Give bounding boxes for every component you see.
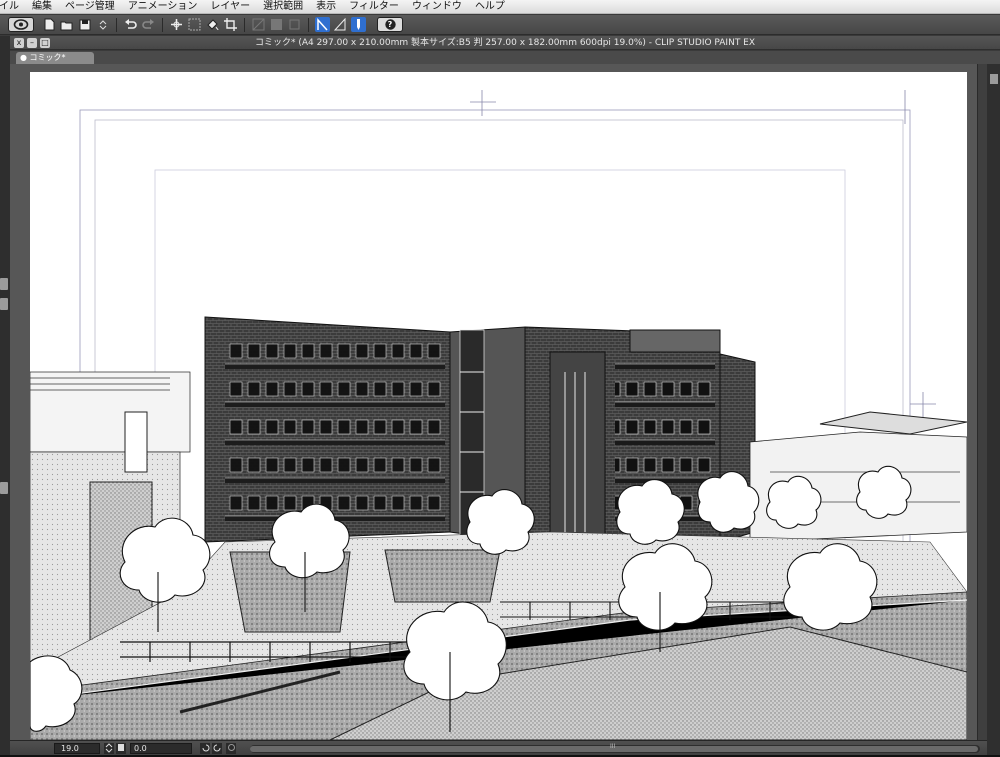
clear-selection-icon[interactable] — [251, 17, 266, 32]
open-file-icon[interactable] — [59, 17, 74, 32]
menu-page-management[interactable]: ページ管理 — [59, 0, 122, 14]
toolbar-separator — [308, 17, 309, 32]
menu-view[interactable]: 表示 — [310, 0, 343, 14]
rotate-right-icon[interactable] — [212, 743, 222, 754]
zoom-stepper[interactable] — [104, 743, 114, 754]
command-bar: ? — [0, 15, 1000, 35]
fit-view-icon[interactable] — [116, 743, 126, 754]
settings-icon[interactable] — [226, 743, 236, 754]
horizontal-scrollbar[interactable]: III — [250, 743, 980, 753]
clip-studio-logo-icon[interactable] — [8, 17, 34, 32]
invert-selection-icon[interactable] — [269, 17, 284, 32]
crop-icon[interactable] — [223, 17, 238, 32]
menu-selection[interactable]: 選択範囲 — [257, 0, 310, 14]
select-all-icon[interactable] — [287, 17, 302, 32]
rotate-left-icon[interactable] — [200, 743, 210, 754]
undo-icon[interactable] — [123, 17, 138, 32]
help-label: ? — [387, 20, 393, 29]
panel-grip[interactable] — [0, 278, 8, 290]
tab-comic[interactable]: ● コミック* — [16, 52, 94, 64]
right-panel-edge — [987, 64, 1000, 757]
menu-edit[interactable]: 編集 — [26, 0, 59, 14]
menu-layer[interactable]: レイヤー — [204, 0, 257, 14]
canvas-area[interactable] — [10, 64, 977, 740]
rotation-angle-field[interactable]: 0.0 — [130, 743, 192, 754]
canvas-paper[interactable] — [30, 72, 967, 740]
document-tab-strip: ● コミック* — [10, 51, 1000, 64]
panel-grip[interactable] — [0, 482, 8, 494]
zoom-field[interactable]: 19.0 — [54, 743, 100, 754]
menu-filter[interactable]: フィルター — [343, 0, 406, 14]
redo-icon[interactable] — [141, 17, 156, 32]
window-title: コミック* (A4 297.00 x 210.00mm 製本サイズ:B5 判 2… — [254, 38, 756, 48]
panel-grip[interactable] — [990, 74, 998, 84]
help-button[interactable]: ? — [377, 17, 403, 32]
pen-icon[interactable] — [351, 17, 366, 32]
ruler-snap-icon[interactable] — [315, 17, 330, 32]
toolbar-separator — [162, 17, 163, 32]
scrollbar-thumb[interactable]: III — [250, 743, 978, 752]
fill-icon[interactable] — [205, 17, 220, 32]
artwork-illustration — [30, 90, 967, 740]
menu-file[interactable]: イル — [0, 0, 26, 14]
menu-window[interactable]: ウィンドウ — [406, 0, 469, 14]
left-panel-edge — [0, 36, 10, 757]
menu-animation[interactable]: アニメーション — [122, 0, 205, 14]
menu-help[interactable]: ヘルプ — [469, 0, 512, 14]
document-title-bar: x – □ コミック* (A4 297.00 x 210.00mm 製本サイズ:… — [10, 36, 1000, 50]
toolbar-separator — [244, 17, 245, 32]
toolbar-separator — [116, 17, 117, 32]
chevron-updown-icon[interactable] — [95, 17, 110, 32]
menu-bar: イル 編集 ページ管理 アニメーション レイヤー 選択範囲 表示 フィルター ウ… — [0, 0, 1000, 14]
new-file-icon[interactable] — [41, 17, 56, 32]
save-icon[interactable] — [77, 17, 92, 32]
perspective-snap-icon[interactable] — [333, 17, 348, 32]
scroll-grip-marker: III — [610, 743, 616, 750]
panel-grip[interactable] — [0, 298, 8, 310]
chevron-updown-icon — [105, 743, 113, 753]
grid-select-icon[interactable] — [187, 17, 202, 32]
transform-icon[interactable] — [169, 17, 184, 32]
vertical-scrollbar[interactable] — [977, 64, 987, 740]
